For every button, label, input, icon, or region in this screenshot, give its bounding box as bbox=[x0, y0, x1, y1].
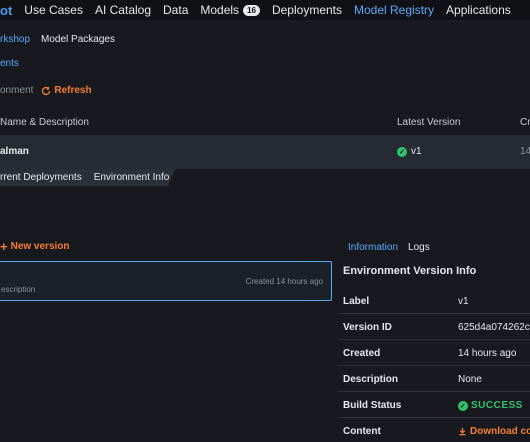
nav-use-cases[interactable]: Use Cases bbox=[24, 3, 83, 17]
build-status-key: Build Status bbox=[343, 400, 402, 411]
created-value: 14 hours ago bbox=[458, 348, 517, 359]
nav-applications[interactable]: Applications bbox=[446, 3, 511, 17]
tab-current-deployments[interactable]: rrent Deployments bbox=[0, 172, 82, 183]
info-row-content: Content Download cont bbox=[338, 418, 530, 442]
info-row-version-id: Version ID 625d4a074262ce bbox=[338, 314, 530, 340]
version-created: Created 14 hours ago bbox=[245, 277, 323, 286]
check-circle-icon: ✓ bbox=[397, 146, 407, 157]
version-id-key: Version ID bbox=[343, 322, 392, 333]
toolbar: onment Refresh bbox=[0, 85, 92, 96]
download-content-link[interactable]: Download cont bbox=[458, 426, 530, 437]
header-name[interactable]: Name & Description bbox=[0, 117, 89, 128]
environment-filter[interactable]: onment bbox=[0, 85, 33, 96]
env-info-title: Environment Version Info bbox=[343, 265, 477, 277]
nav-models[interactable]: Models 16 bbox=[200, 3, 260, 17]
download-content-label: Download cont bbox=[470, 426, 530, 437]
subnav-workshop[interactable]: rkshop bbox=[0, 34, 30, 45]
content-key: Content bbox=[343, 426, 381, 437]
detail-tabs: rrent Deployments Environment Info bbox=[0, 169, 175, 186]
nav-ai-catalog[interactable]: AI Catalog bbox=[95, 3, 151, 17]
label-value: v1 bbox=[458, 296, 469, 307]
new-version-label: New version bbox=[10, 241, 70, 252]
models-count-badge: 16 bbox=[243, 4, 260, 16]
description-key: Description bbox=[343, 374, 399, 385]
version-description: escription bbox=[1, 285, 36, 294]
info-row-description: Description None bbox=[338, 366, 530, 392]
info-tabs: Information Logs bbox=[348, 242, 430, 253]
brand-logo[interactable]: ot bbox=[0, 3, 12, 18]
tab-logs[interactable]: Logs bbox=[408, 242, 430, 253]
row-version-label: v1 bbox=[411, 146, 422, 157]
version-card[interactable]: Created 14 hours ago escription bbox=[0, 261, 332, 301]
breadcrumb[interactable]: ents bbox=[0, 58, 19, 69]
download-icon bbox=[459, 427, 466, 436]
nav-data[interactable]: Data bbox=[163, 3, 188, 17]
header-latest-version[interactable]: Latest Version bbox=[397, 117, 460, 128]
new-version-button[interactable]: + New version bbox=[0, 238, 70, 254]
info-row-label: Label v1 bbox=[338, 288, 530, 314]
row-name: alman bbox=[0, 146, 29, 157]
refresh-button[interactable]: Refresh bbox=[41, 85, 92, 96]
sub-navigation: rkshop Model Packages bbox=[0, 34, 115, 45]
build-status-text: SUCCESS bbox=[471, 400, 523, 411]
top-navigation: ot Use Cases AI Catalog Data Models 16 D… bbox=[0, 0, 530, 20]
nav-models-label: Models bbox=[200, 3, 240, 17]
tab-information[interactable]: Information bbox=[348, 242, 398, 253]
nav-model-registry[interactable]: Model Registry bbox=[354, 3, 434, 17]
row-created: 14 bbox=[520, 146, 530, 157]
info-row-build-status: Build Status ✓ SUCCESS bbox=[338, 392, 530, 418]
created-key: Created bbox=[343, 348, 381, 359]
subnav-model-packages[interactable]: Model Packages bbox=[41, 34, 115, 45]
build-status-value: ✓ SUCCESS bbox=[458, 400, 523, 411]
refresh-icon bbox=[42, 86, 51, 95]
table-row[interactable]: alman ✓ v1 14 bbox=[0, 135, 530, 169]
header-created[interactable]: Cr bbox=[520, 117, 530, 128]
row-latest-version: ✓ v1 bbox=[397, 146, 422, 157]
table-header: Name & Description Latest Version Cr bbox=[0, 112, 530, 134]
tab-environment-info[interactable]: Environment Info bbox=[94, 172, 170, 183]
info-row-created: Created 14 hours ago bbox=[338, 340, 530, 366]
plus-icon: + bbox=[0, 238, 8, 254]
label-key: Label bbox=[343, 296, 370, 307]
version-id-value: 625d4a074262ce bbox=[458, 322, 530, 333]
refresh-label: Refresh bbox=[54, 85, 92, 96]
nav-deployments[interactable]: Deployments bbox=[272, 3, 342, 17]
check-circle-icon: ✓ bbox=[458, 400, 468, 411]
description-value: None bbox=[458, 374, 482, 385]
